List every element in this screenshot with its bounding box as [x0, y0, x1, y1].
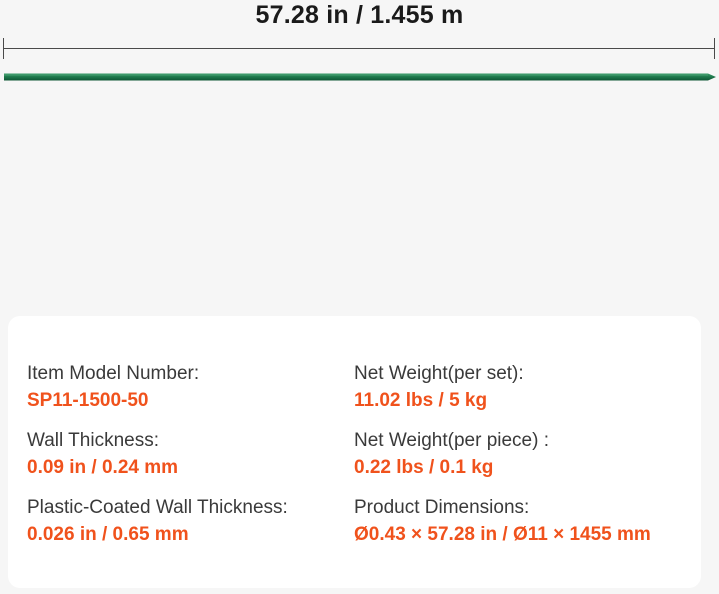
spec-label: Product Dimensions:: [354, 497, 530, 518]
spec-coated-thickness: Plastic-Coated Wall Thickness: 0.026 in …: [27, 497, 288, 546]
garden-stake-image: [4, 73, 716, 81]
spec-value: Ø0.43 × 57.28 in / Ø11 × 1455 mm: [354, 524, 651, 545]
spec-net-weight-piece: Net Weight(per piece) : 0.22 lbs / 0.1 k…: [354, 430, 549, 479]
spec-value: 0.09 in / 0.24 mm: [27, 457, 179, 478]
spec-value: 11.02 lbs / 5 kg: [354, 390, 488, 411]
spec-label: Item Model Number:: [27, 363, 200, 384]
spec-card: Item Model Number: SP11-1500-50 Net Weig…: [8, 316, 701, 588]
spec-label: Net Weight(per set):: [354, 363, 524, 384]
spec-label: Plastic-Coated Wall Thickness:: [27, 497, 288, 518]
spec-label: Wall Thickness:: [27, 430, 159, 451]
spec-net-weight-set: Net Weight(per set): 11.02 lbs / 5 kg: [354, 363, 524, 412]
dimension-tick-right: [714, 38, 715, 59]
dimension-line: [3, 48, 715, 49]
length-dimension-label: 57.28 in / 1.455 m: [255, 1, 464, 29]
spec-product-dimensions: Product Dimensions: Ø0.43 × 57.28 in / Ø…: [354, 497, 651, 546]
spec-label: Net Weight(per piece) :: [354, 430, 550, 451]
spec-value: SP11-1500-50: [27, 390, 149, 411]
spec-model: Item Model Number: SP11-1500-50: [27, 363, 199, 412]
spec-wall-thickness: Wall Thickness: 0.09 in / 0.24 mm: [27, 430, 178, 479]
spec-value: 0.026 in / 0.65 mm: [27, 524, 189, 545]
spec-value: 0.22 lbs / 0.1 kg: [354, 457, 494, 478]
